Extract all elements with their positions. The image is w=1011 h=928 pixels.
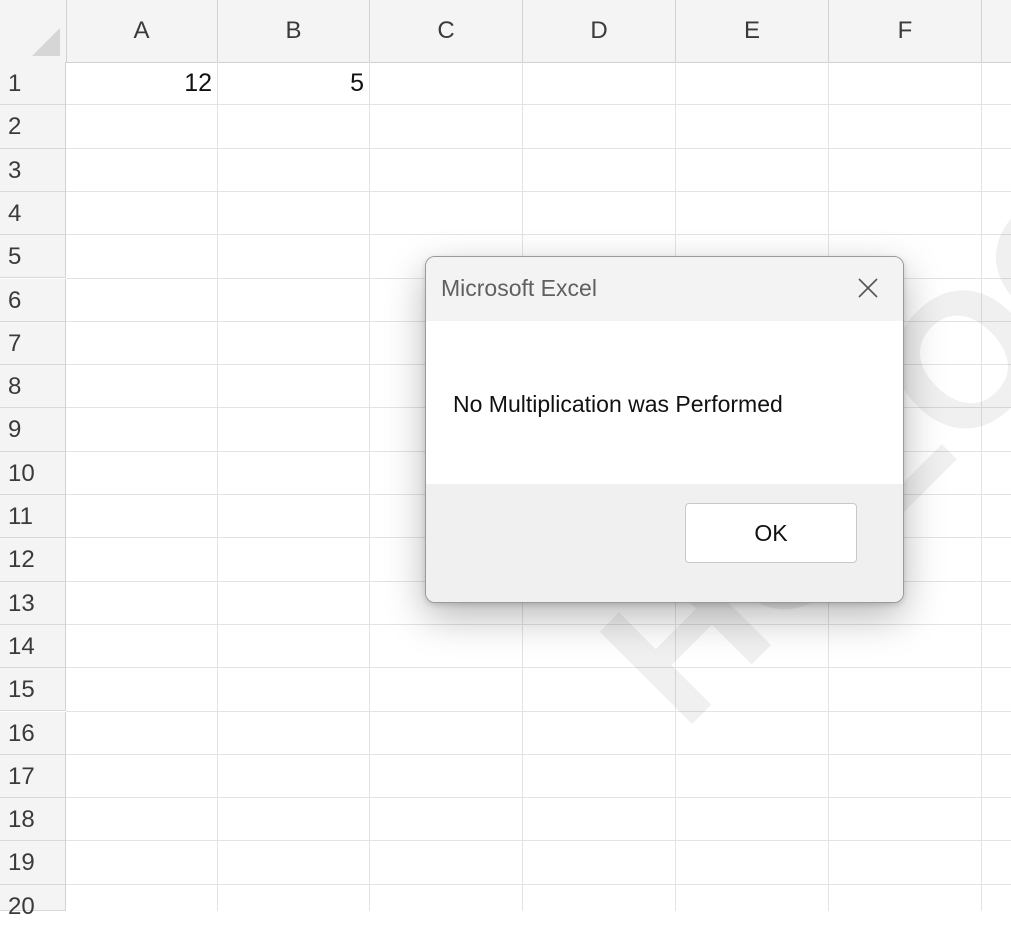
row-header-19[interactable]: 19 xyxy=(0,841,66,885)
row-header-3[interactable]: 3 xyxy=(0,148,66,192)
dialog-footer: OK xyxy=(426,484,903,602)
grid-row-line xyxy=(66,623,1011,625)
column-header-b[interactable]: B xyxy=(218,0,370,62)
grid-column-line xyxy=(217,62,218,911)
grid-row-line xyxy=(66,147,1011,149)
grid-row-line xyxy=(66,753,1011,755)
row-header-10[interactable]: 10 xyxy=(0,451,66,495)
dialog-title: Microsoft Excel xyxy=(441,275,597,301)
cell-b1[interactable]: 5 xyxy=(218,62,370,105)
grid-row-line xyxy=(66,667,1011,669)
row-header-18[interactable]: 18 xyxy=(0,798,66,842)
row-header-2[interactable]: 2 xyxy=(0,105,66,149)
grid-row-line xyxy=(66,710,1011,712)
dialog-title-bar[interactable]: Microsoft Excel xyxy=(426,257,903,321)
grid-row-line xyxy=(66,234,1011,236)
grid-row-line xyxy=(66,840,1011,842)
row-header-6[interactable]: 6 xyxy=(0,278,66,322)
dialog-message: No Multiplication was Performed xyxy=(453,391,783,417)
row-header-4[interactable]: 4 xyxy=(0,191,66,236)
row-header-12[interactable]: 12 xyxy=(0,538,66,582)
dialog-body: No Multiplication was Performed xyxy=(426,321,903,484)
row-header-17[interactable]: 17 xyxy=(0,754,66,799)
column-header-c[interactable]: C xyxy=(370,0,523,62)
row-header-13[interactable]: 13 xyxy=(0,581,66,625)
column-header-d[interactable]: D xyxy=(523,0,676,62)
row-header-20[interactable]: 20 xyxy=(0,884,66,920)
row-header-14[interactable]: 14 xyxy=(0,624,66,669)
row-header-7[interactable]: 7 xyxy=(0,321,66,366)
grid-column-line xyxy=(369,62,370,911)
grid-row-line xyxy=(66,797,1011,799)
grid-row-line xyxy=(66,190,1011,192)
row-header-11[interactable]: 11 xyxy=(0,495,66,539)
row-header-5[interactable]: 5 xyxy=(0,235,66,279)
row-header-16[interactable]: 16 xyxy=(0,711,66,755)
grid-column-line xyxy=(981,62,982,911)
row-header-9[interactable]: 9 xyxy=(0,408,66,452)
cell-a1[interactable]: 12 xyxy=(66,62,218,105)
close-icon[interactable] xyxy=(851,271,885,305)
row-header-8[interactable]: 8 xyxy=(0,365,66,409)
row-header-15[interactable]: 15 xyxy=(0,668,66,712)
select-all-triangle-icon xyxy=(32,28,60,56)
grid-row-line xyxy=(66,883,1011,885)
row-header-1[interactable]: 1 xyxy=(0,62,66,106)
message-box-dialog: Microsoft Excel No Multiplication was Pe… xyxy=(425,256,904,603)
select-all-corner[interactable] xyxy=(0,0,67,62)
column-header-f[interactable]: F xyxy=(829,0,982,62)
ok-button[interactable]: OK xyxy=(685,503,857,563)
column-header-e[interactable]: E xyxy=(676,0,829,62)
column-header-a[interactable]: A xyxy=(66,0,218,62)
